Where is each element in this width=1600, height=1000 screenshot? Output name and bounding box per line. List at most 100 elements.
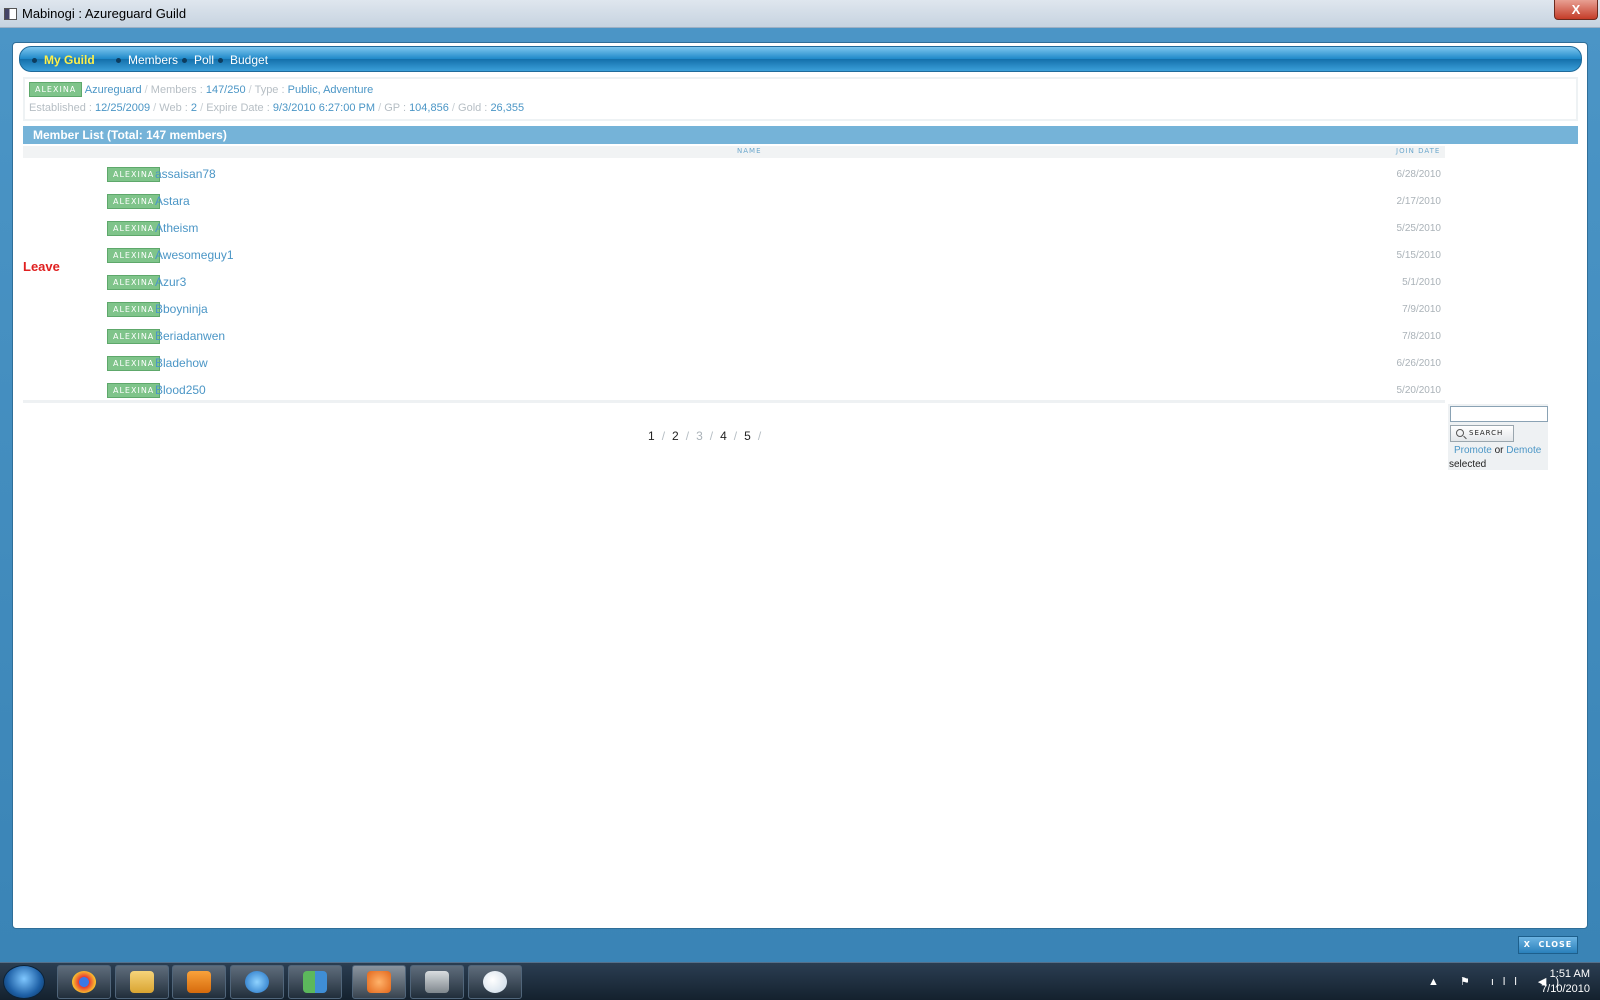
table-row[interactable]: ALEXINA Azur3 5/1/2010: [23, 268, 1445, 295]
mabinogi-icon: [367, 971, 391, 993]
paint-icon: [483, 971, 507, 993]
server-badge: ALEXINA: [107, 302, 161, 317]
table-row[interactable]: ALEXINA Astara 2/17/2010: [23, 187, 1445, 214]
nav-label: Budget: [230, 53, 269, 67]
member-name[interactable]: Blood250: [155, 383, 206, 397]
window-title: Mabinogi : Azureguard Guild: [22, 6, 187, 21]
promote-demote: Promote or Demote: [1454, 445, 1542, 456]
join-date: 5/15/2010: [1396, 250, 1442, 261]
page-separator: /: [757, 429, 762, 443]
taskbar-mabinogi[interactable]: [352, 965, 406, 999]
member-name[interactable]: Beriadanwen: [155, 329, 225, 343]
established-date: 12/25/2009: [95, 102, 151, 114]
table-row[interactable]: ALEXINA Beriadanwen 7/8/2010: [23, 322, 1445, 349]
nav-members[interactable]: Members: [116, 53, 178, 67]
page-separator: /: [709, 429, 714, 443]
member-name[interactable]: assaisan78: [155, 167, 216, 181]
nav-poll[interactable]: Poll: [182, 53, 214, 67]
table-row[interactable]: ALEXINA Awesomeguy1 5/15/2010: [23, 241, 1445, 268]
taskbar-paint[interactable]: [468, 965, 522, 999]
guild-name: Azureguard: [84, 84, 142, 96]
guild-panel: My Guild Members Poll Budget ALEXINA Azu…: [12, 42, 1588, 929]
column-name[interactable]: NAME: [737, 147, 762, 155]
member-name[interactable]: Awesomeguy1: [155, 248, 234, 262]
server-badge: ALEXINA: [107, 383, 161, 398]
table-row[interactable]: ALEXINA assaisan78 6/28/2010: [23, 160, 1445, 187]
page-link[interactable]: 5: [744, 429, 751, 443]
selected-label: selected: [1449, 459, 1487, 470]
tray-clock[interactable]: 1:51 AM 7/10/2010: [1541, 967, 1590, 997]
nav-label: My Guild: [44, 53, 95, 67]
guild-type: Public, Adventure: [287, 84, 374, 96]
join-date: 2/17/2010: [1396, 196, 1442, 207]
column-join-date[interactable]: JOIN DATE: [1396, 147, 1440, 155]
window-titlebar: Mabinogi : Azureguard Guild X: [0, 0, 1600, 28]
folder-icon: [130, 971, 154, 993]
page-separator: /: [661, 429, 666, 443]
table-row[interactable]: ALEXINA Atheism 5/25/2010: [23, 214, 1445, 241]
table-row[interactable]: ALEXINA Blood250 5/20/2010: [23, 376, 1445, 403]
table-row[interactable]: ALEXINA Bboyninja 7/9/2010: [23, 295, 1445, 322]
member-list-header: Member List (Total: 147 members): [23, 126, 1578, 144]
member-name[interactable]: Bladehow: [155, 356, 208, 370]
bullet-icon: [182, 57, 187, 63]
server-badge: ALEXINA: [107, 221, 161, 236]
demote-link[interactable]: Demote: [1506, 445, 1541, 456]
nav-label: Members: [128, 53, 179, 67]
start-button[interactable]: [3, 965, 45, 999]
guild-gold: 26,355: [490, 102, 525, 114]
close-button[interactable]: X CLOSE: [1518, 936, 1578, 954]
page-link[interactable]: 2: [672, 429, 679, 443]
join-date: 7/8/2010: [1402, 331, 1441, 342]
app-icon: [4, 8, 17, 20]
page-link[interactable]: 4: [720, 429, 727, 443]
pagination: 1 / 2 / 3 / 4 / 5 /: [643, 429, 763, 443]
messenger-icon: [303, 971, 327, 993]
bullet-icon: [32, 57, 37, 63]
page-link[interactable]: 1: [648, 429, 655, 443]
search-panel: SEARCH Promote or Demote selected: [1448, 404, 1548, 470]
server-badge: ALEXINA: [107, 194, 161, 209]
taskbar-messenger[interactable]: [288, 965, 342, 999]
member-name[interactable]: Astara: [155, 194, 190, 208]
media-player-icon: [187, 971, 211, 993]
taskbar-chrome[interactable]: [57, 965, 111, 999]
nav-my-guild[interactable]: My Guild: [32, 53, 95, 67]
member-name[interactable]: Bboyninja: [155, 302, 208, 316]
window-close-button[interactable]: X: [1554, 0, 1598, 20]
search-input[interactable]: [1450, 406, 1548, 422]
nav-budget[interactable]: Budget: [218, 53, 268, 67]
promote-link[interactable]: Promote: [1454, 445, 1492, 456]
server-badge: ALEXINA: [107, 248, 161, 263]
guild-info-line-1: ALEXINA Azureguard / Members : 147/250 /…: [29, 82, 373, 97]
server-badge: ALEXINA: [29, 82, 83, 97]
server-badge: ALEXINA: [107, 356, 161, 371]
join-date: 5/20/2010: [1396, 385, 1442, 396]
page-link[interactable]: 3: [696, 429, 703, 443]
join-date: 5/25/2010: [1396, 223, 1442, 234]
taskbar-tool[interactable]: [410, 965, 464, 999]
taskbar-explorer[interactable]: [115, 965, 169, 999]
guild-gp: 104,856: [409, 102, 449, 114]
taskbar-media-player[interactable]: [172, 965, 226, 999]
member-name[interactable]: Atheism: [155, 221, 198, 235]
members-count: 147/250: [205, 84, 246, 96]
taskbar-ie[interactable]: [230, 965, 284, 999]
clock-time: 1:51 AM: [1549, 968, 1590, 980]
bullet-icon: [116, 57, 121, 63]
member-name[interactable]: Azur3: [155, 275, 186, 289]
guild-info-line-2: Established : 12/25/2009 / Web : 2 / Exp…: [29, 102, 525, 114]
server-badge: ALEXINA: [107, 329, 161, 344]
page-separator: /: [733, 429, 738, 443]
join-date: 6/28/2010: [1396, 169, 1442, 180]
join-date: 5/1/2010: [1402, 277, 1441, 288]
member-list-columns: NAME JOIN DATE: [23, 146, 1445, 158]
nav-label: Poll: [194, 53, 215, 67]
join-date: 7/9/2010: [1402, 304, 1441, 315]
page-separator: /: [685, 429, 690, 443]
divider: [23, 400, 1445, 403]
table-row[interactable]: ALEXINA Bladehow 6/26/2010: [23, 349, 1445, 376]
server-badge: ALEXINA: [107, 167, 161, 182]
search-button[interactable]: SEARCH: [1450, 425, 1514, 442]
expire-date: 9/3/2010 6:27:00 PM: [272, 102, 375, 114]
